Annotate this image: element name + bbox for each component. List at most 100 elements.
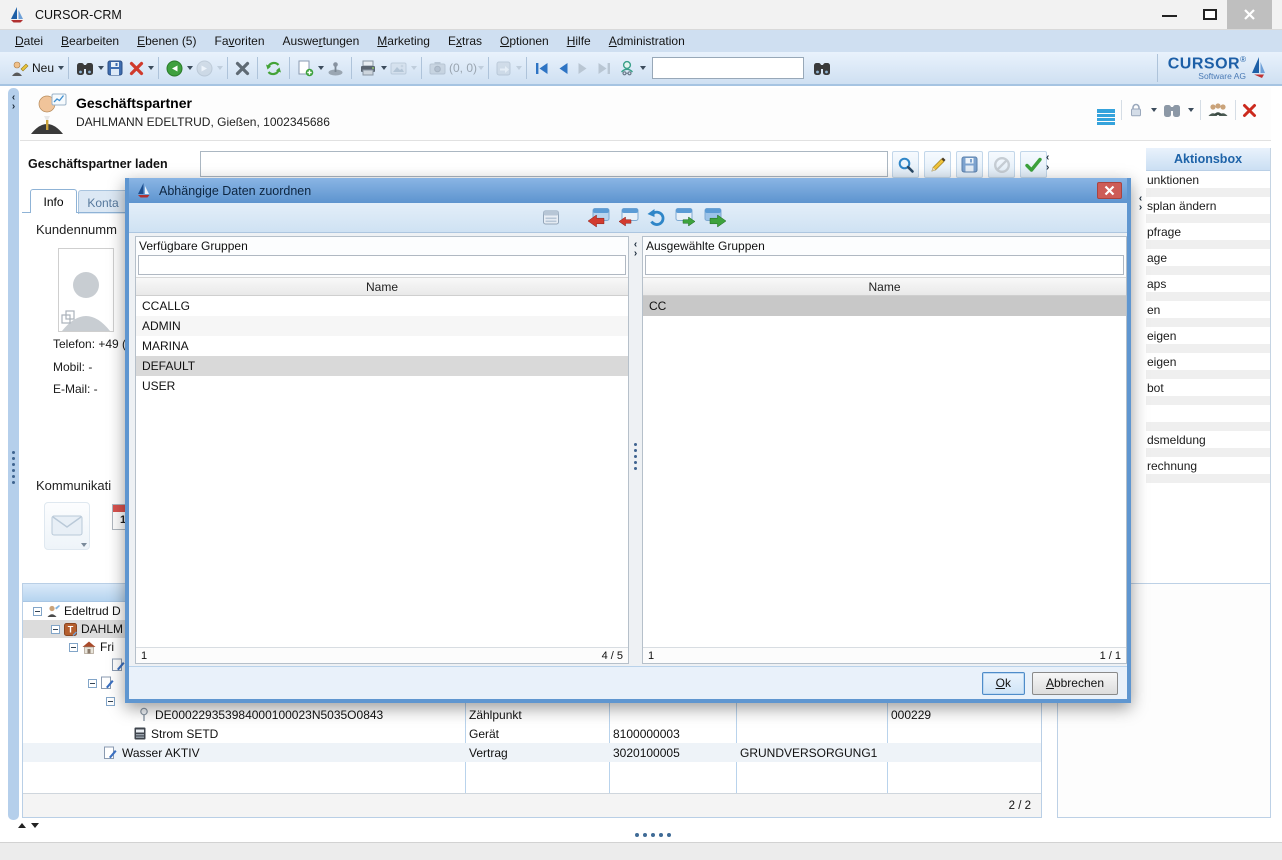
lock-button[interactable] [1128,102,1144,118]
action-item[interactable]: en [1146,301,1270,327]
header-search-button[interactable] [1163,103,1181,118]
group-row-selected[interactable]: CC [643,296,1126,316]
header-menu-button[interactable] [1097,109,1115,112]
action-item[interactable]: aps [1146,275,1270,301]
image-button[interactable] [387,55,410,81]
columns-button[interactable] [539,207,563,228]
selected-column-header[interactable]: Name [643,277,1126,296]
menu-favoriten[interactable]: Favoriten [205,30,273,52]
cancel-edit-button[interactable] [232,55,253,81]
table-row[interactable]: DE000229353984000100023N5035O0843 Zählpu… [23,705,1041,724]
aktionsbox-collapse-strip[interactable]: ‹ › [1136,194,1145,212]
action-item[interactable]: splan ändern [1146,197,1270,223]
delete-dropdown[interactable] [148,66,154,70]
delete-button[interactable] [126,55,147,81]
action-item[interactable]: eigen [1146,327,1270,353]
export-dropdown[interactable] [516,66,522,70]
image-dropdown[interactable] [411,66,417,70]
group-row[interactable]: MARINA [136,336,628,356]
menu-ebenen[interactable]: Ebenen (5) [128,30,205,52]
tab-info[interactable]: Info [30,189,77,213]
refresh-button[interactable] [262,55,285,81]
header-search-dropdown[interactable] [1188,108,1194,112]
group-row[interactable]: ADMIN [136,316,628,336]
lock-dropdown[interactable] [1151,108,1157,112]
search-button[interactable] [73,55,97,81]
ok-button[interactable]: Ok [982,672,1025,695]
save-button[interactable] [104,55,126,81]
action-item[interactable]: age [1146,249,1270,275]
menu-marketing[interactable]: Marketing [368,30,439,52]
add-all-button[interactable] [703,207,727,228]
maximize-button[interactable] [1203,9,1217,20]
menu-auswertungen[interactable]: Auswertungen [274,30,369,52]
email-action-button[interactable] [44,502,90,550]
collapse-toggle[interactable] [33,607,42,616]
forward-button[interactable] [193,55,216,81]
controller-button[interactable] [324,55,347,81]
action-item[interactable]: bot [1146,379,1270,405]
available-filter-input[interactable] [138,255,626,275]
nav-first-button[interactable] [531,55,553,81]
collapse-toggle[interactable] [69,643,78,652]
find-button[interactable] [810,55,834,81]
group-row[interactable]: CCALLG [136,296,628,316]
collapse-toggle[interactable] [88,679,97,688]
snapshot-button[interactable] [426,55,449,81]
action-item[interactable]: unktionen [1146,171,1270,197]
export-button[interactable] [493,55,515,81]
nav-previous-button[interactable] [553,55,573,81]
new-button[interactable]: Neu [8,55,57,81]
action-item[interactable]: dsmeldung [1146,431,1270,457]
menu-optionen[interactable]: Optionen [491,30,558,52]
cancel-button[interactable]: Abbrechen [1032,672,1118,695]
group-row[interactable]: USER [136,376,628,396]
new-document-button[interactable] [294,55,317,81]
remove-selected-button[interactable] [616,207,640,228]
forward-dropdown[interactable] [217,66,223,70]
loader-edit-button[interactable] [924,151,951,178]
quick-search-input[interactable] [652,57,804,79]
table-row[interactable]: Wasser AKTIV Vertrag 3020100005 GRUNDVER… [23,743,1041,762]
horizontal-splitter-handle[interactable] [633,824,673,842]
dialog-splitter[interactable]: ‹ › [629,236,642,664]
person-search-button[interactable] [615,55,639,81]
menu-bearbeiten[interactable]: Bearbeiten [52,30,128,52]
nav-next-button[interactable] [573,55,593,81]
reset-button[interactable] [645,207,669,228]
person-search-dropdown[interactable] [640,66,646,70]
dialog-titlebar[interactable]: Abhängige Daten zuordnen [129,178,1127,203]
remove-all-button[interactable] [587,207,611,228]
back-button[interactable] [163,55,186,81]
loader-save-button[interactable] [956,151,983,178]
action-item[interactable] [1146,405,1270,431]
close-button[interactable] [1227,0,1272,29]
menu-hilfe[interactable]: Hilfe [558,30,600,52]
nav-last-button[interactable] [593,55,615,81]
tab-kontakt[interactable]: Konta [78,190,128,214]
loader-confirm-button[interactable] [1020,151,1047,178]
menu-datei[interactable]: Datei [6,30,52,52]
loader-input[interactable] [200,151,888,177]
group-row-selected[interactable]: DEFAULT [136,356,628,376]
table-row[interactable]: Strom SETD Gerät 8100000003 [23,724,1041,743]
add-selected-button[interactable] [674,207,698,228]
menu-extras[interactable]: Extras [439,30,491,52]
menu-administration[interactable]: Administration [600,30,694,52]
loader-block-button[interactable] [988,151,1015,178]
selected-filter-input[interactable] [645,255,1124,275]
dialog-close-button[interactable] [1097,182,1122,199]
left-collapse-strip[interactable]: ‹ › [8,88,19,820]
header-close-button[interactable] [1242,103,1257,118]
action-item[interactable]: pfrage [1146,223,1270,249]
contact-photo[interactable] [58,248,114,332]
loader-search-button[interactable] [892,151,919,178]
new-dropdown[interactable] [58,66,64,70]
action-item[interactable]: eigen [1146,353,1270,379]
action-item[interactable]: rechnung [1146,457,1270,483]
email-action-dropdown[interactable] [81,543,87,547]
print-button[interactable] [356,55,380,81]
team-button[interactable] [1207,102,1229,118]
minimize-button[interactable] [1162,15,1177,17]
available-column-header[interactable]: Name [136,277,628,296]
